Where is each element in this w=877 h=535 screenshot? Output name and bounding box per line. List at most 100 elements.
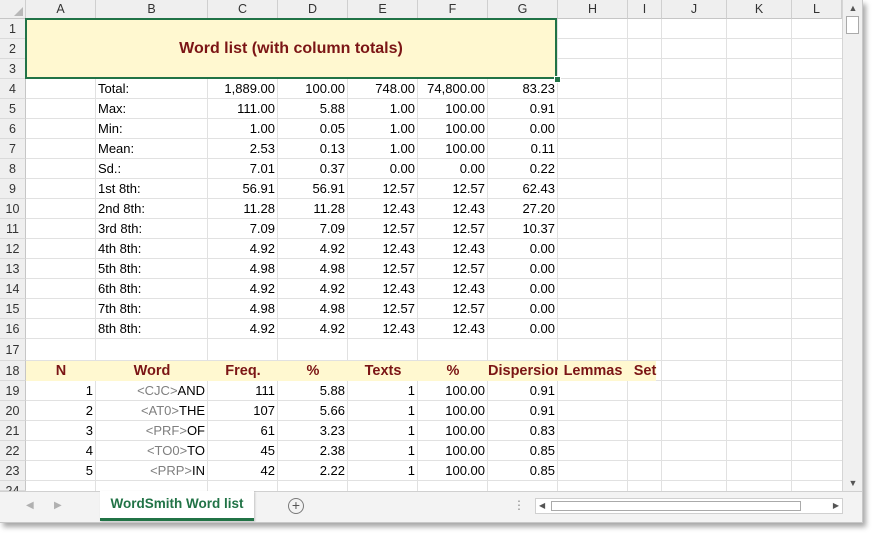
table-cell-disp[interactable]: 0.83 — [488, 421, 558, 441]
stat-value-e[interactable]: 748.00 — [348, 79, 418, 99]
stat-value-d[interactable]: 4.92 — [278, 239, 348, 259]
table-header-word[interactable]: Word — [96, 361, 208, 381]
stat-value-c[interactable]: 7.01 — [208, 159, 278, 179]
table-cell-tpct[interactable]: 100.00 — [418, 421, 488, 441]
row-header-5[interactable]: 5 — [0, 99, 26, 119]
table-cell-tpct[interactable]: 100.00 — [418, 441, 488, 461]
word-cell[interactable]: <PRP>IN — [96, 461, 208, 481]
scroll-left-icon[interactable]: ◀ — [539, 501, 545, 510]
row-header-2[interactable]: 2 — [0, 39, 26, 59]
table-cell-texts[interactable]: 1 — [348, 461, 418, 481]
sheet-tab-wordsmith[interactable]: WordSmith Word list — [100, 491, 254, 521]
stat-value-e[interactable]: 12.57 — [348, 259, 418, 279]
stat-value-c[interactable]: 2.53 — [208, 139, 278, 159]
row-header-21[interactable]: 21 — [0, 421, 26, 441]
column-header-l[interactable]: L — [792, 0, 842, 19]
stat-value-e[interactable]: 12.43 — [348, 199, 418, 219]
stat-label[interactable]: 4th 8th: — [96, 239, 210, 259]
table-cell-pct[interactable]: 2.38 — [278, 441, 348, 461]
stat-value-d[interactable]: 4.98 — [278, 299, 348, 319]
stat-value-g[interactable]: 0.11 — [488, 139, 558, 159]
stat-value-g[interactable]: 27.20 — [488, 199, 558, 219]
stat-label[interactable]: Max: — [96, 99, 210, 119]
select-all-corner[interactable] — [0, 0, 26, 19]
stat-value-e[interactable]: 12.57 — [348, 219, 418, 239]
stat-value-e[interactable]: 1.00 — [348, 119, 418, 139]
table-cell-freq[interactable]: 42 — [208, 461, 278, 481]
stat-value-c[interactable]: 1,889.00 — [208, 79, 278, 99]
row-header-19[interactable]: 19 — [0, 381, 26, 401]
stat-value-g[interactable]: 0.00 — [488, 299, 558, 319]
row-header-14[interactable]: 14 — [0, 279, 26, 299]
stat-value-c[interactable]: 4.98 — [208, 259, 278, 279]
table-cell-freq[interactable]: 111 — [208, 381, 278, 401]
stat-label[interactable]: 6th 8th: — [96, 279, 210, 299]
row-header-12[interactable]: 12 — [0, 239, 26, 259]
stat-value-d[interactable]: 4.98 — [278, 259, 348, 279]
stat-label[interactable]: Mean: — [96, 139, 210, 159]
tab-next-icon[interactable]: ▶ — [54, 500, 62, 511]
table-cell-tpct[interactable]: 100.00 — [418, 401, 488, 421]
title-cell[interactable]: Word list (with column totals) — [25, 18, 557, 79]
tab-prev-icon[interactable]: ◀ — [26, 500, 34, 511]
stat-value-g[interactable]: 83.23 — [488, 79, 558, 99]
table-cell-texts[interactable]: 1 — [348, 381, 418, 401]
table-cell-pct[interactable]: 2.22 — [278, 461, 348, 481]
table-cell-n[interactable]: 5 — [26, 461, 96, 481]
table-cell-freq[interactable]: 45 — [208, 441, 278, 461]
row-header-3[interactable]: 3 — [0, 59, 26, 79]
word-cell[interactable]: <PRF>OF — [96, 421, 208, 441]
table-header-pct[interactable]: % — [278, 361, 348, 381]
vertical-scrollbar[interactable]: ▲ ▼ — [842, 0, 862, 491]
stat-value-c[interactable]: 7.09 — [208, 219, 278, 239]
column-header-c[interactable]: C — [208, 0, 278, 19]
stat-value-e[interactable]: 12.43 — [348, 239, 418, 259]
stat-value-f[interactable]: 12.57 — [418, 179, 488, 199]
word-cell[interactable]: <AT0>THE — [96, 401, 208, 421]
row-header-15[interactable]: 15 — [0, 299, 26, 319]
stat-value-d[interactable]: 100.00 — [278, 79, 348, 99]
table-cell-n[interactable]: 4 — [26, 441, 96, 461]
table-cell-tpct[interactable]: 100.00 — [418, 381, 488, 401]
stat-value-d[interactable]: 4.92 — [278, 279, 348, 299]
stat-value-f[interactable]: 12.43 — [418, 319, 488, 339]
scroll-up-icon[interactable]: ▲ — [843, 3, 862, 13]
stat-value-f[interactable]: 12.43 — [418, 199, 488, 219]
row-header-11[interactable]: 11 — [0, 219, 26, 239]
stat-value-f[interactable]: 12.43 — [418, 279, 488, 299]
stat-value-c[interactable]: 4.98 — [208, 299, 278, 319]
table-cell-disp[interactable]: 0.91 — [488, 381, 558, 401]
stat-value-d[interactable]: 56.91 — [278, 179, 348, 199]
tab-splitter-icon[interactable]: ⋮ — [513, 498, 525, 512]
stat-value-c[interactable]: 11.28 — [208, 199, 278, 219]
table-header-dispersion[interactable]: Dispersion — [488, 361, 558, 381]
vertical-scroll-thumb[interactable] — [846, 16, 859, 34]
stat-value-g[interactable]: 62.43 — [488, 179, 558, 199]
column-header-f[interactable]: F — [418, 0, 488, 19]
stat-label[interactable]: Min: — [96, 119, 210, 139]
horizontal-scroll-thumb[interactable] — [551, 501, 801, 511]
stat-value-e[interactable]: 12.43 — [348, 319, 418, 339]
stat-label[interactable]: 7th 8th: — [96, 299, 210, 319]
stat-value-f[interactable]: 100.00 — [418, 139, 488, 159]
table-cell-disp[interactable]: 0.85 — [488, 461, 558, 481]
stat-value-e[interactable]: 12.43 — [348, 279, 418, 299]
row-header-18[interactable]: 18 — [0, 361, 26, 381]
stat-label[interactable]: 8th 8th: — [96, 319, 210, 339]
stat-value-g[interactable]: 10.37 — [488, 219, 558, 239]
stat-value-f[interactable]: 12.57 — [418, 299, 488, 319]
scroll-down-icon[interactable]: ▼ — [843, 478, 862, 488]
table-cell-texts[interactable]: 1 — [348, 421, 418, 441]
horizontal-scrollbar[interactable]: ◀ ▶ — [535, 498, 843, 514]
stat-value-g[interactable]: 0.00 — [488, 319, 558, 339]
row-header-20[interactable]: 20 — [0, 401, 26, 421]
table-cell-tpct[interactable]: 100.00 — [418, 461, 488, 481]
table-cell-n[interactable]: 3 — [26, 421, 96, 441]
word-cell[interactable]: <CJC>AND — [96, 381, 208, 401]
stat-value-g[interactable]: 0.00 — [488, 119, 558, 139]
stat-value-f[interactable]: 0.00 — [418, 159, 488, 179]
row-header-23[interactable]: 23 — [0, 461, 26, 481]
table-cell-pct[interactable]: 5.66 — [278, 401, 348, 421]
stat-value-c[interactable]: 111.00 — [208, 99, 278, 119]
stat-label[interactable]: 5th 8th: — [96, 259, 210, 279]
